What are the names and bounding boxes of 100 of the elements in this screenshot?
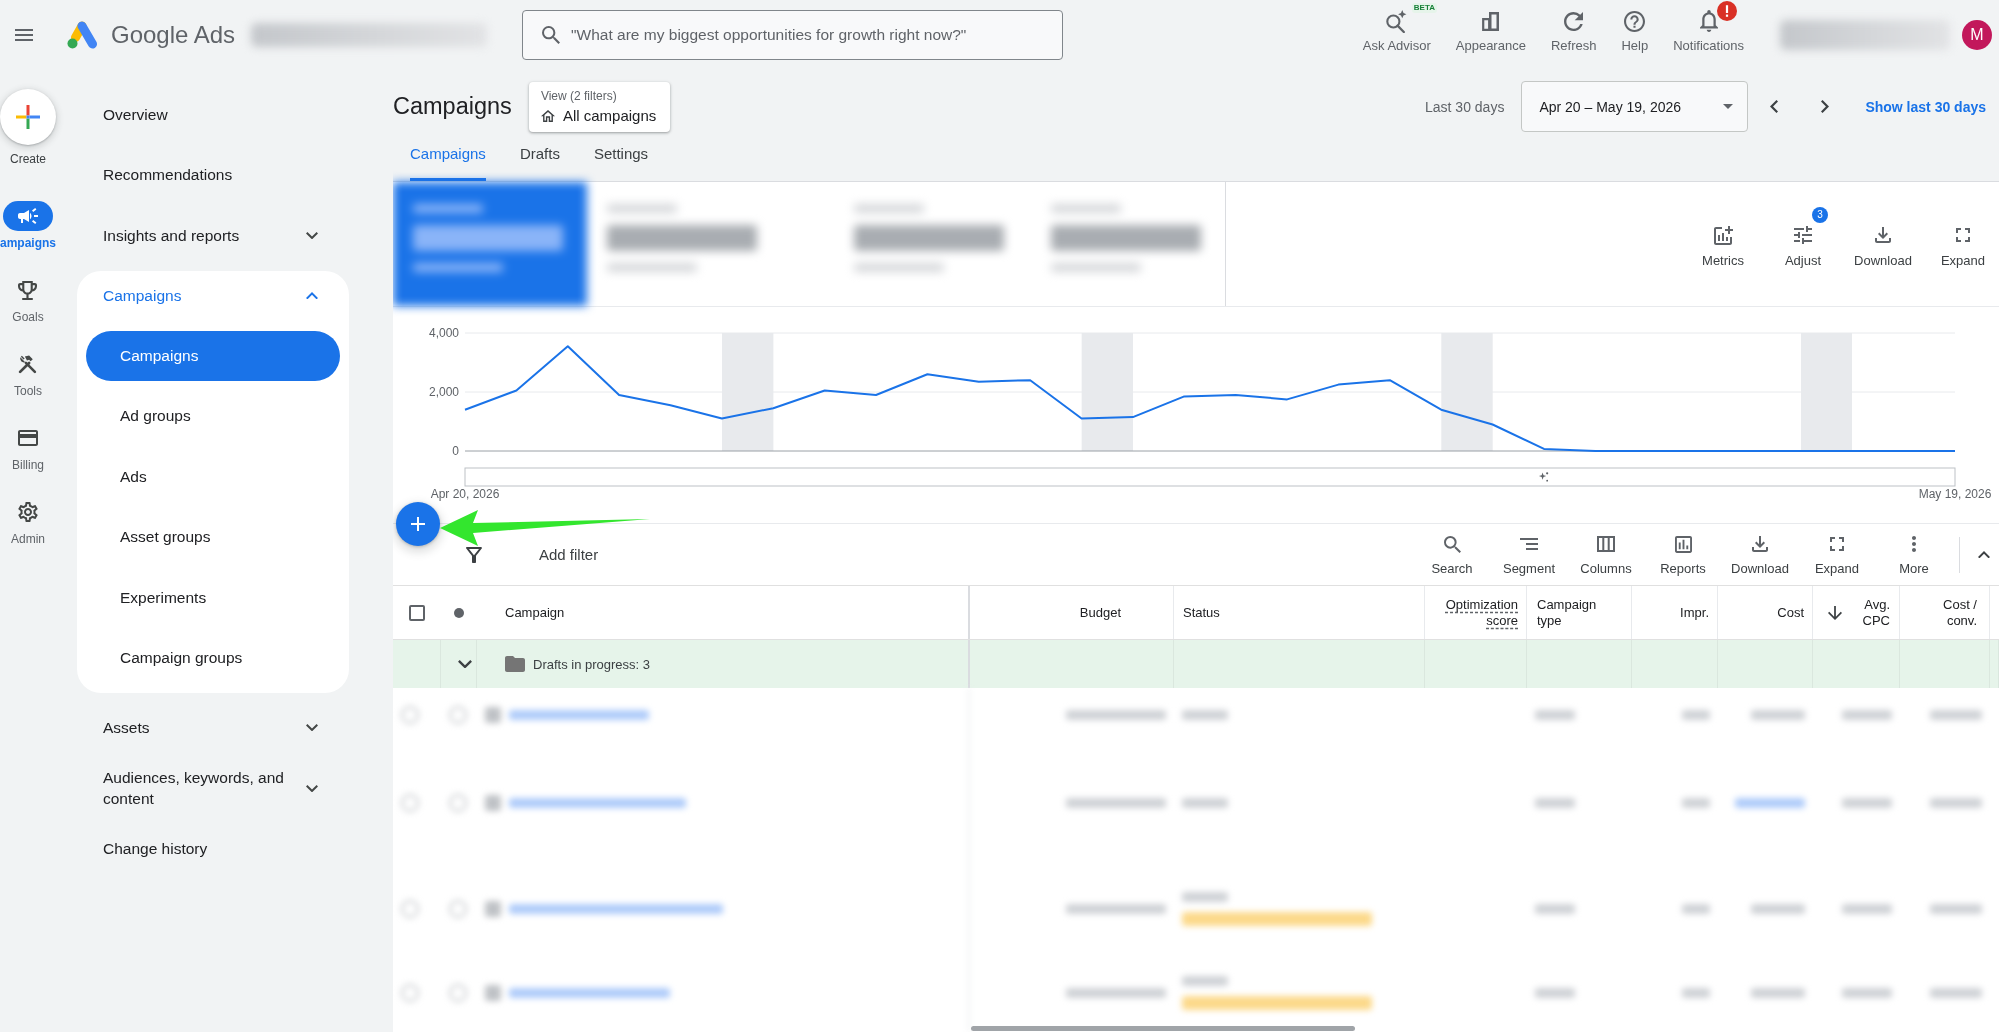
blurred-scorecard[interactable]: [393, 182, 587, 306]
column-header[interactable]: Cost / conv.: [1900, 586, 1990, 639]
tools-icon: [18, 354, 38, 374]
caret-icon: [1723, 104, 1734, 109]
bar-chart-icon: [1674, 535, 1692, 553]
date-shortcut-link[interactable]: Show last 30 days: [1865, 98, 1986, 115]
bell-icon: [1699, 10, 1718, 32]
column-header[interactable]: Budget: [970, 586, 1174, 639]
download-button[interactable]: Download: [1847, 223, 1919, 269]
expand-toggle[interactable]: [457, 659, 472, 669]
rail-item[interactable]: Admin: [11, 497, 45, 571]
column-header[interactable]: Optimization score: [1425, 586, 1527, 639]
chevron-up-icon: [1978, 550, 1990, 559]
sparkle-search-icon: [1386, 9, 1408, 33]
axis-tick-label: 2,000: [428, 385, 459, 399]
gear-icon: [18, 502, 38, 522]
nav-group[interactable]: Audiences, keywords, and content: [77, 758, 349, 819]
nav-item[interactable]: Recommendations: [77, 144, 349, 205]
download-icon: [1752, 536, 1768, 552]
status-dot-icon: [454, 607, 464, 618]
nav-group[interactable]: Assets: [77, 697, 349, 758]
columns-button[interactable]: Columns: [1570, 532, 1642, 577]
axis-tick-label: 4,000: [428, 326, 459, 340]
nav-item[interactable]: Campaign groups: [86, 633, 340, 684]
sparkle-icon: [1538, 472, 1549, 482]
date-range-dropdown[interactable]: Apr 20 – May 19, 2026: [1521, 81, 1749, 132]
chart-plus-icon: [1713, 225, 1733, 245]
search-field[interactable]: "What are my biggest opportunities for growth right now?": [522, 10, 1064, 60]
nav-group[interactable]: Insights and reports: [77, 205, 349, 266]
nav-item[interactable]: Asset groups: [86, 512, 340, 563]
fullscreen-icon: [1830, 537, 1844, 551]
home-icon: [540, 109, 555, 122]
ads-logo-icon: [66, 21, 98, 49]
rail-item[interactable]: ampaigns: [0, 201, 56, 275]
column-header[interactable]: Impr.: [1632, 586, 1718, 639]
add-filter-button[interactable]: Add filter: [539, 546, 599, 563]
create-label[interactable]: Create: [10, 151, 46, 167]
search-icon: [542, 26, 561, 44]
create-button[interactable]: [0, 89, 56, 145]
trophy-icon: [18, 280, 38, 300]
chevron-left-icon: [1770, 100, 1779, 113]
horizontal-scrollbar[interactable]: [971, 1026, 1355, 1031]
sliders-icon: [1794, 226, 1812, 244]
chevron-down-icon: [457, 659, 472, 669]
appearance-button[interactable]: Appearance: [1449, 0, 1532, 62]
nav-item[interactable]: Overview: [77, 84, 349, 145]
nav-item[interactable]: Experiments: [86, 572, 340, 623]
menu-button[interactable]: [15, 29, 33, 41]
plus-icon: [411, 517, 425, 531]
layout-icon: [1481, 11, 1500, 31]
expand-button[interactable]: Expand: [1927, 223, 1999, 269]
count-badge: 3: [1812, 207, 1828, 223]
nav-item[interactable]: Change history: [77, 818, 349, 879]
view-selector[interactable]: View (2 filters) All campaigns: [528, 81, 671, 132]
draft-group-label: Drafts in progress: 3: [533, 656, 651, 672]
plus-icon: [16, 105, 40, 129]
column-header[interactable]: Status: [1174, 586, 1425, 639]
rail-item[interactable]: Billing: [12, 423, 44, 497]
rail-item[interactable]: Goals: [12, 275, 44, 349]
column-header[interactable]: Campaign type: [1527, 586, 1632, 639]
axis-tick-label: 0: [452, 444, 459, 458]
columns-icon: [1597, 536, 1615, 552]
nav-group[interactable]: Campaigns: [77, 270, 349, 321]
metrics-button[interactable]: Metrics: [1687, 223, 1759, 269]
download-icon: [1875, 227, 1891, 243]
reports-button[interactable]: Reports: [1647, 532, 1719, 577]
checkbox[interactable]: [409, 604, 425, 621]
chevron-right-icon: [1821, 100, 1830, 113]
refresh-icon: [1564, 11, 1584, 31]
expand-button[interactable]: Expand: [1801, 532, 1873, 577]
search-button[interactable]: Search: [1416, 532, 1488, 577]
page-title: Campaigns: [393, 93, 512, 120]
more-button[interactable]: More: [1878, 532, 1950, 577]
adjust-button[interactable]: Adjust: [1767, 223, 1839, 269]
avatar-button[interactable]: M: [1962, 20, 1992, 50]
help-button[interactable]: Help: [1615, 0, 1655, 62]
filter-button[interactable]: [466, 546, 482, 563]
folder-icon: [505, 656, 525, 672]
product-name: Google Ads: [111, 21, 236, 49]
notifications-button[interactable]: Notifications: [1667, 0, 1750, 62]
column-header[interactable]: Cost: [1718, 586, 1813, 639]
beta-label: BETA: [1411, 3, 1437, 13]
view-caption: View (2 filters): [540, 88, 617, 103]
fullscreen-icon: [1956, 228, 1970, 242]
lines-icon: [1520, 538, 1538, 550]
help-icon: [1624, 10, 1646, 32]
tab[interactable]: Drafts: [519, 143, 560, 181]
column-header[interactable]: Avg. CPC: [1813, 586, 1900, 639]
nav-item[interactable]: Ad groups: [86, 391, 340, 442]
tab[interactable]: Settings: [593, 143, 649, 181]
credit-card-icon: [18, 430, 38, 446]
search-icon: [1443, 535, 1461, 553]
download-button[interactable]: Download: [1724, 532, 1796, 577]
menu-icon: [15, 29, 33, 41]
filter-icon: [466, 546, 482, 563]
refresh-button[interactable]: Refresh: [1544, 0, 1603, 62]
nav-item[interactable]: Campaigns: [86, 330, 340, 381]
rail-item[interactable]: Tools: [14, 349, 42, 423]
segment-button[interactable]: Segment: [1493, 532, 1565, 577]
nav-item[interactable]: Ads: [86, 451, 340, 502]
